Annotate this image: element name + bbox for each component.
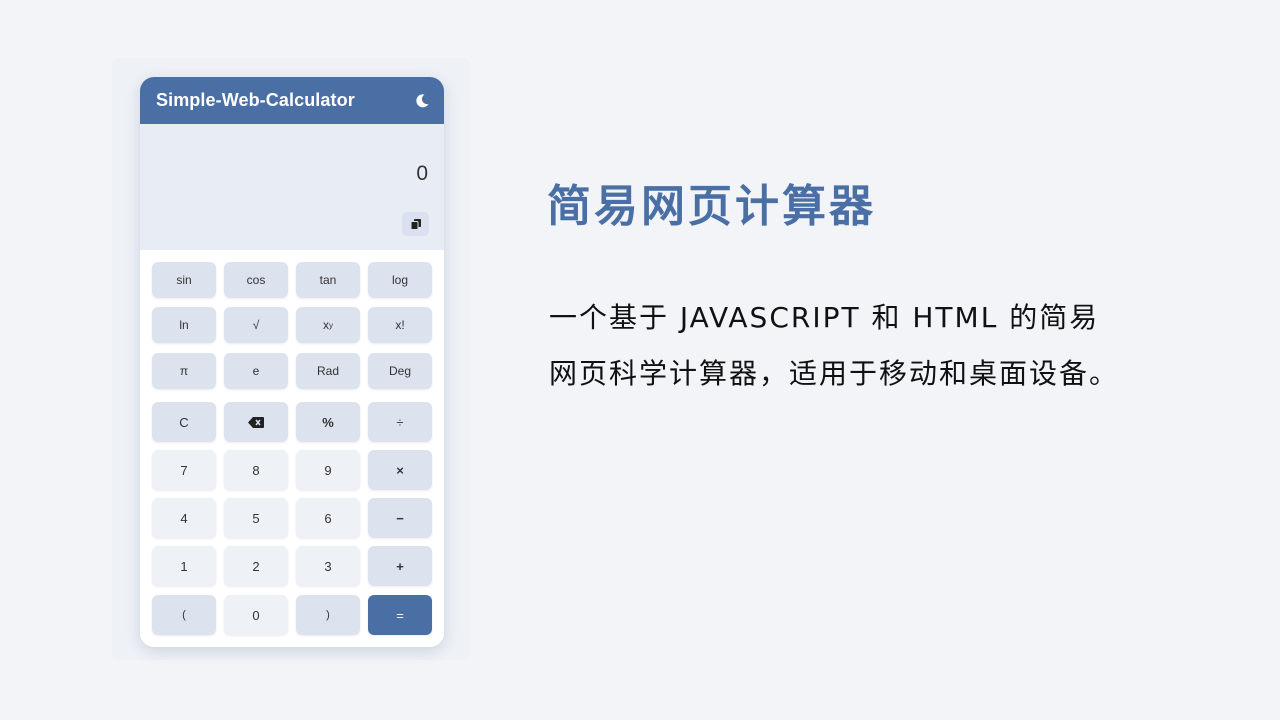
seven-button[interactable]: 7 <box>152 450 216 490</box>
nine-button[interactable]: 9 <box>296 450 360 490</box>
five-button[interactable]: 5 <box>224 498 288 538</box>
zero-button[interactable]: 0 <box>224 595 288 635</box>
percent-button[interactable]: % <box>296 402 360 442</box>
sin-button[interactable]: sin <box>152 262 216 298</box>
divide-button[interactable]: ÷ <box>368 402 432 442</box>
minus-button[interactable]: − <box>368 498 432 538</box>
backspace-button[interactable] <box>224 402 288 442</box>
app-title: Simple-Web-Calculator <box>156 90 355 110</box>
promo-line-2: 网页科学计算器，适用于移动和桌面设备。 <box>549 357 1120 390</box>
calculator-window: Simple-Web-Calculator 0 sin cos tan log … <box>140 77 444 647</box>
factorial-button[interactable]: x! <box>368 307 432 343</box>
e-button[interactable]: e <box>224 353 288 389</box>
copy-button[interactable] <box>402 212 429 236</box>
rad-button[interactable]: Rad <box>296 353 360 389</box>
plus-button[interactable]: + <box>368 546 432 586</box>
left-paren-button[interactable]: ( <box>152 595 216 635</box>
copy-icon <box>410 219 421 230</box>
ln-button[interactable]: ln <box>152 307 216 343</box>
power-button[interactable]: xy <box>296 307 360 343</box>
calculator-display: 0 <box>140 124 444 250</box>
moon-icon[interactable] <box>414 93 430 109</box>
deg-button[interactable]: Deg <box>368 353 432 389</box>
eight-button[interactable]: 8 <box>224 450 288 490</box>
four-button[interactable]: 4 <box>152 498 216 538</box>
one-button[interactable]: 1 <box>152 546 216 586</box>
power-exponent: y <box>329 320 333 330</box>
pi-button[interactable]: π <box>152 353 216 389</box>
tan-button[interactable]: tan <box>296 262 360 298</box>
promo-description: 一个基于 JAVASCRIPT 和 HTML 的简易 网页科学计算器，适用于移动… <box>549 290 1179 402</box>
promo-line-1: 一个基于 JAVASCRIPT 和 HTML 的简易 <box>549 301 1100 334</box>
three-button[interactable]: 3 <box>296 546 360 586</box>
two-button[interactable]: 2 <box>224 546 288 586</box>
clear-button[interactable]: C <box>152 402 216 442</box>
equals-button[interactable]: = <box>368 595 432 635</box>
six-button[interactable]: 6 <box>296 498 360 538</box>
calculator-header: Simple-Web-Calculator <box>140 77 444 124</box>
backspace-icon <box>248 416 264 428</box>
multiply-button[interactable]: × <box>368 450 432 490</box>
promo-title: 简易网页计算器 <box>547 181 876 232</box>
cos-button[interactable]: cos <box>224 262 288 298</box>
log-button[interactable]: log <box>368 262 432 298</box>
sqrt-button[interactable]: √ <box>224 307 288 343</box>
display-value: 0 <box>416 162 428 185</box>
right-paren-button[interactable]: ) <box>296 595 360 635</box>
